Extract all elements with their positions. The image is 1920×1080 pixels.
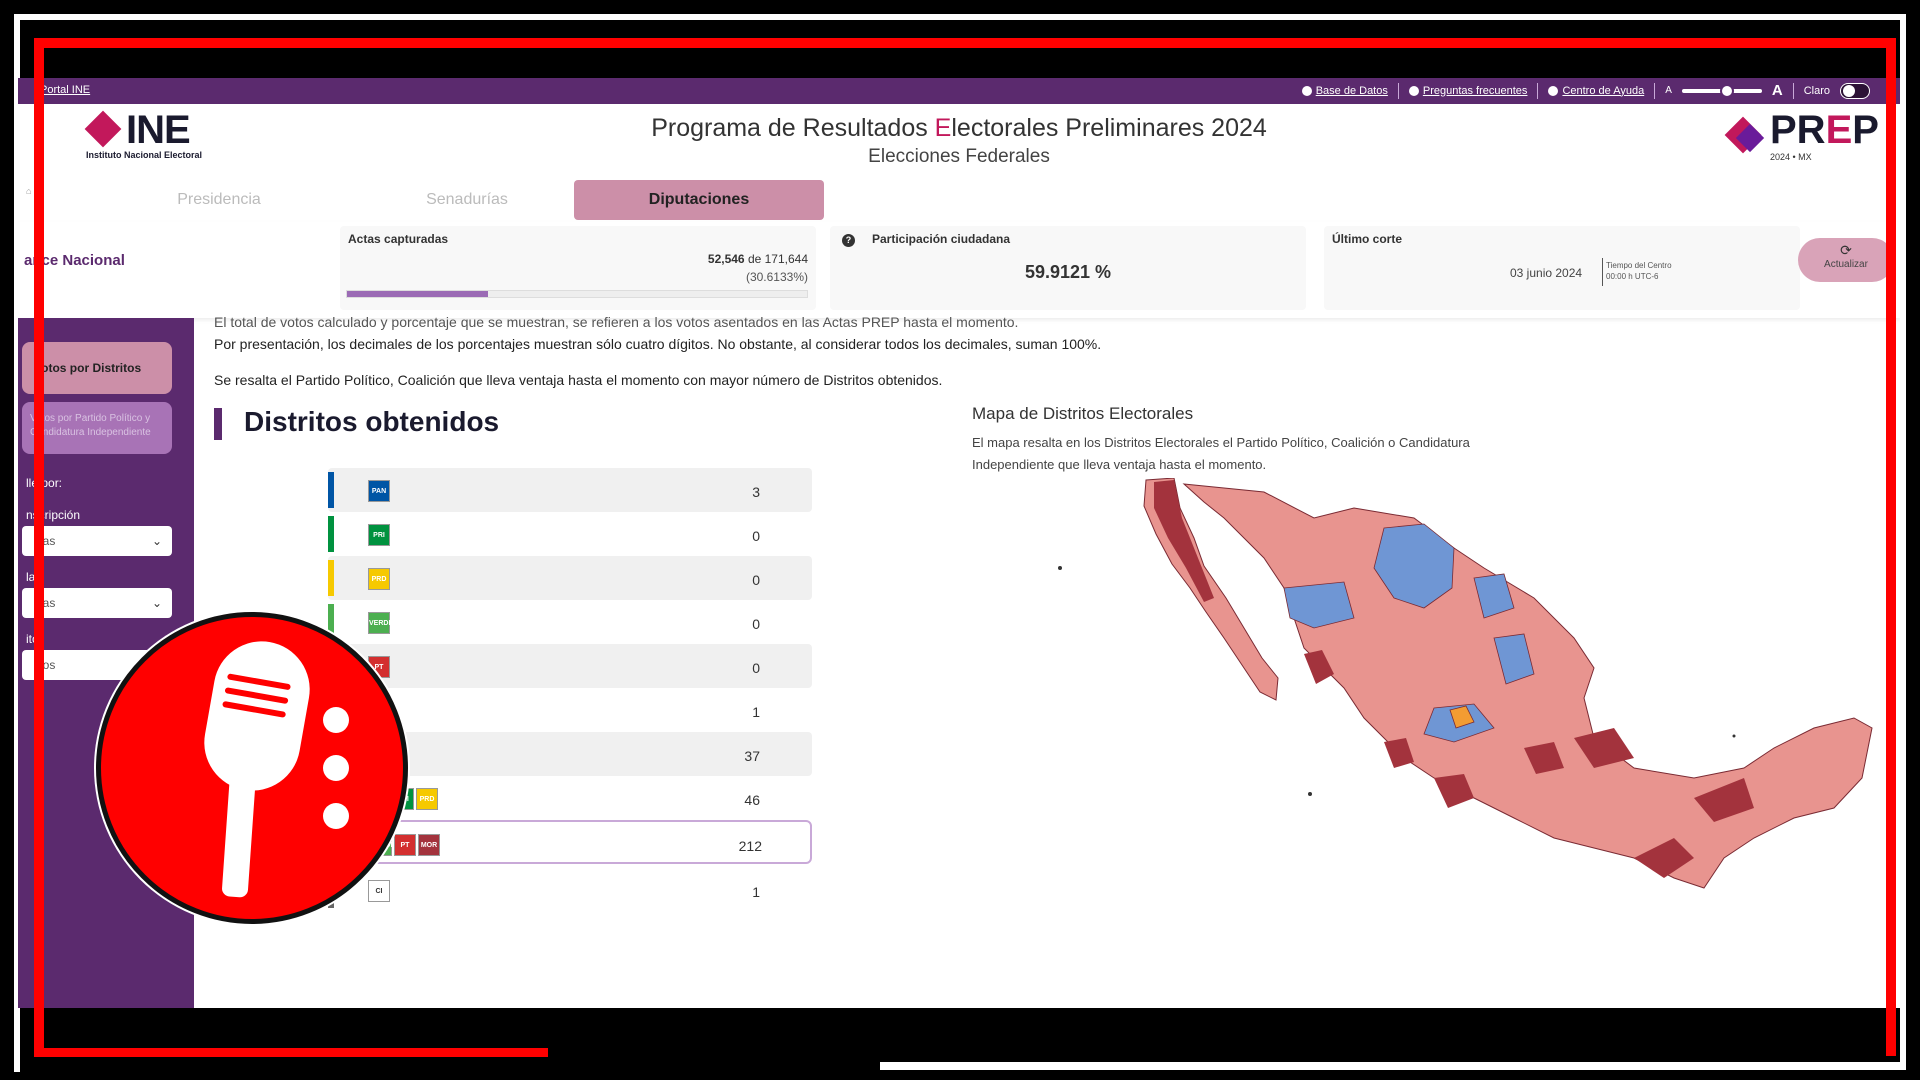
- red-frame-bottom: [34, 1048, 548, 1057]
- video-frame: Portal INE Base de Datos Preguntas frecu…: [0, 0, 1920, 1080]
- frame-border-bottom: [880, 1062, 1900, 1070]
- red-frame-border: [34, 38, 1896, 1056]
- home-icon[interactable]: ⌂: [26, 186, 31, 196]
- frame-border-right: [1900, 14, 1906, 1070]
- frame-border-top: [14, 14, 1904, 20]
